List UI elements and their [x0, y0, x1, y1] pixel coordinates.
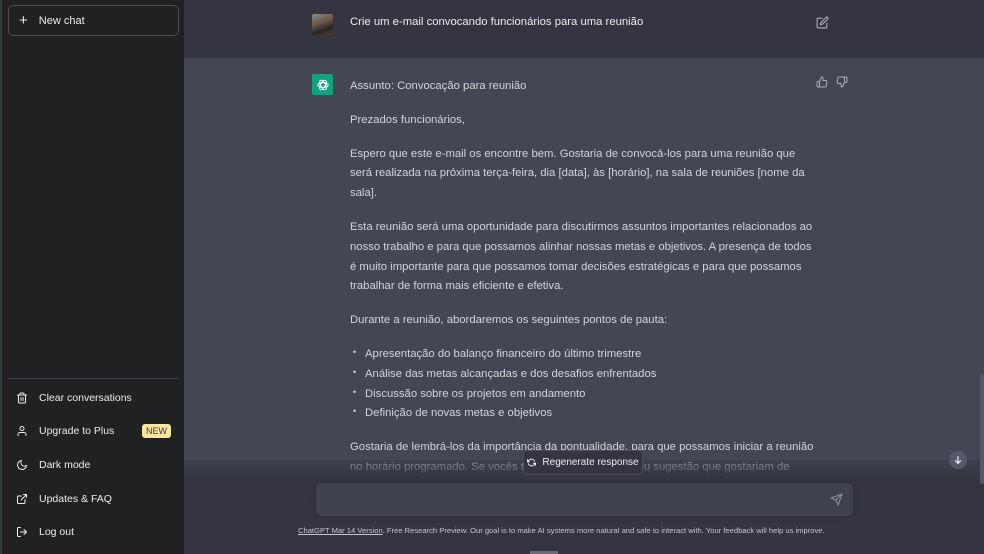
email-paragraph: Espero que este e-mail os encontre bem. … [350, 147, 805, 200]
scrollbar-thumb[interactable] [980, 374, 984, 484]
email-paragraph: Esta reunião será uma oportunidade para … [350, 220, 813, 293]
assistant-message-row: Assunto: Convocação para reunião Prezado… [184, 58, 984, 493]
agenda-list: Apresentação do balanço financeiro do úl… [350, 343, 820, 424]
new-chat-button[interactable]: + New chat [8, 5, 179, 36]
sidebar-divider [8, 378, 179, 379]
email-subject: Assunto: Convocação para reunião [350, 80, 527, 92]
message-input[interactable] [326, 483, 816, 516]
sidebar-item-dark-mode[interactable]: Dark mode [8, 448, 179, 482]
agenda-item: Análise das metas alcançadas e dos desaf… [350, 363, 820, 385]
external-link-icon [16, 493, 28, 505]
arrow-down-icon [954, 456, 962, 464]
chat-main: Crie um e-mail convocando funcionários p… [184, 0, 984, 554]
sidebar: + New chat Clear conversations Upgrade t… [0, 0, 184, 554]
new-chat-label: New chat [38, 14, 85, 27]
new-badge: NEW [142, 424, 171, 439]
edit-icon[interactable] [816, 16, 829, 29]
scroll-to-bottom-button[interactable] [949, 451, 967, 469]
message-input-box [316, 483, 853, 516]
sidebar-menu: Clear conversations Upgrade to Plus NEW … [8, 381, 179, 549]
sidebar-item-label: Clear conversations [39, 391, 132, 404]
moon-icon [16, 459, 28, 471]
user-message: Crie um e-mail convocando funcionários p… [350, 16, 644, 28]
footer-disclaimer: ChatGPT Mar 14 Version. Free Research Pr… [298, 526, 878, 535]
email-paragraph: Durante a reunião, abordaremos os seguin… [350, 314, 668, 327]
sidebar-item-updates-faq[interactable]: Updates & FAQ [8, 482, 179, 516]
email-greeting: Prezados funcionários, [350, 113, 465, 126]
footer-text: . Free Research Preview. Our goal is to … [382, 526, 825, 535]
chatgpt-logo-icon [312, 74, 333, 95]
plus-icon: + [19, 12, 28, 29]
refresh-icon [527, 458, 537, 467]
agenda-item: Discussão sobre os projetos em andamento [350, 383, 820, 405]
sidebar-item-upgrade-to-plus[interactable]: Upgrade to Plus NEW [8, 415, 179, 449]
sidebar-item-label: Dark mode [39, 458, 91, 471]
sidebar-item-log-out[interactable]: Log out [8, 515, 179, 549]
user-avatar [312, 14, 333, 35]
user-icon [16, 425, 28, 437]
regenerate-label: Regenerate response [542, 457, 639, 468]
sidebar-item-clear-conversations[interactable]: Clear conversations [8, 381, 179, 415]
trash-icon [16, 392, 28, 404]
assistant-message: Assunto: Convocação para reunião Prezado… [350, 77, 820, 512]
agenda-item: Definição de novas metas e objetivos [350, 402, 820, 424]
sidebar-item-label: Upgrade to Plus [39, 425, 115, 438]
regenerate-response-button[interactable]: Regenerate response [523, 450, 643, 475]
sidebar-item-label: Log out [39, 526, 75, 539]
logout-icon [16, 526, 28, 538]
version-link[interactable]: ChatGPT Mar 14 Version [298, 526, 383, 535]
send-icon[interactable] [830, 493, 843, 506]
agenda-item: Apresentação do balanço financeiro do úl… [350, 343, 820, 365]
sidebar-item-label: Updates & FAQ [39, 492, 112, 505]
thumbs-down-icon[interactable] [836, 76, 848, 88]
user-message-row: Crie um e-mail convocando funcionários p… [184, 0, 984, 58]
